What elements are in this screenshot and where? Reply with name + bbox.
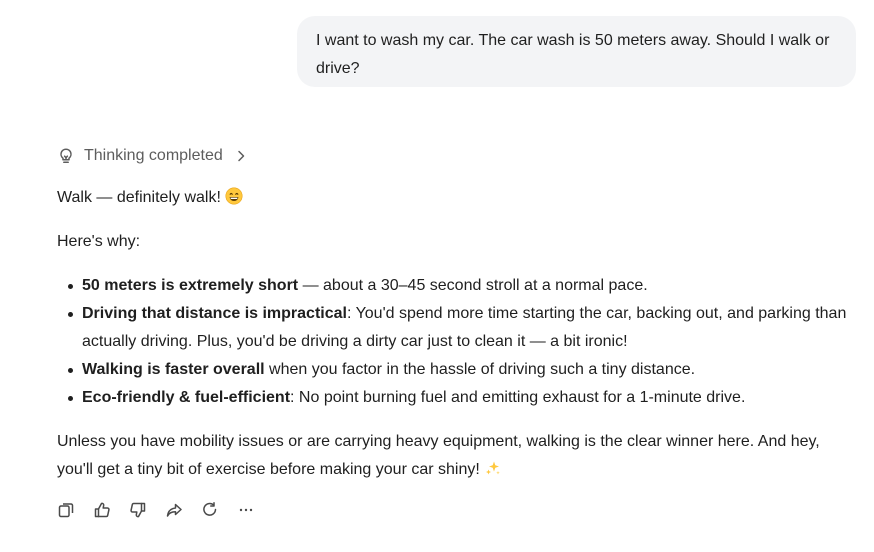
reason-text: : No point burning fuel and emitting exh… [290, 389, 746, 406]
answer-closing-text: Unless you have mobility issues or are c… [57, 433, 820, 478]
grinning-face-emoji [225, 187, 243, 205]
regenerate-icon[interactable] [200, 500, 220, 520]
reason-bold: Eco-friendly & fuel-efficient [82, 389, 291, 406]
list-item: Driving that distance is impractical: Yo… [68, 300, 857, 356]
user-message-bubble: I want to wash my car. The car wash is 5… [297, 16, 856, 87]
reasons-list: 50 meters is extremely short — about a 3… [57, 272, 857, 412]
share-icon[interactable] [164, 500, 184, 520]
lightbulb-icon [57, 147, 75, 165]
user-message-text: I want to wash my car. The car wash is 5… [316, 32, 830, 77]
thinking-toggle[interactable]: Thinking completed [57, 143, 246, 169]
sparkles-emoji [484, 459, 502, 477]
reason-text: — about a 30–45 second stroll at a norma… [298, 277, 648, 294]
list-item: 50 meters is extremely short — about a 3… [68, 272, 857, 300]
copy-icon[interactable] [56, 500, 76, 520]
list-item: Eco-friendly & fuel-efficient: No point … [68, 384, 857, 412]
thinking-label: Thinking completed [84, 147, 223, 164]
reason-text: when you factor in the hassle of driving… [264, 361, 696, 378]
message-actions [56, 500, 272, 520]
answer-closing: Unless you have mobility issues or are c… [57, 428, 857, 484]
list-item: Walking is faster overall when you facto… [68, 356, 857, 384]
thumbs-up-icon[interactable] [92, 500, 112, 520]
reason-bold: Driving that distance is impractical [82, 305, 347, 322]
reason-bold: 50 meters is extremely short [82, 277, 299, 294]
answer-intro-text: Walk — definitely walk! [57, 189, 221, 206]
more-icon[interactable] [236, 500, 256, 520]
answer-why: Here's why: [57, 233, 141, 250]
reason-bold: Walking is faster overall [82, 361, 265, 378]
answer-intro: Walk — definitely walk! [57, 184, 857, 212]
thumbs-down-icon[interactable] [128, 500, 148, 520]
chevron-right-icon [236, 149, 246, 163]
assistant-answer: Walk — definitely walk! Here's why: 50 m… [57, 184, 857, 484]
